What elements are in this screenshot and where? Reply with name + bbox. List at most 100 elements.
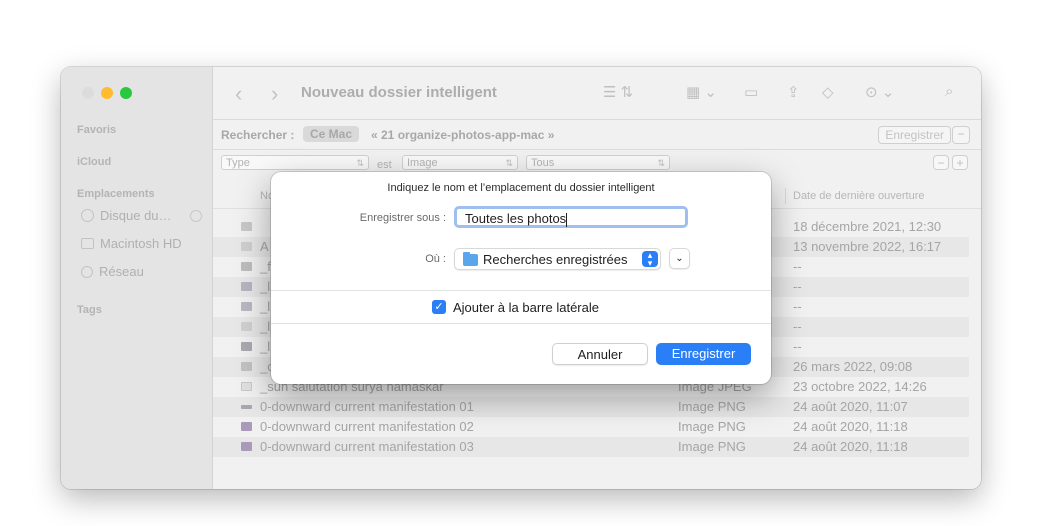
divider xyxy=(271,290,771,291)
stepper-icon: ⇅ xyxy=(657,158,665,168)
save-as-value: Toutes les photos xyxy=(465,211,567,226)
stepper-icon: ⇅ xyxy=(356,158,364,168)
sidebar-item-macintosh-hd[interactable]: Macintosh HD xyxy=(81,236,182,251)
hard-drive-icon xyxy=(81,238,94,249)
file-date: 18 décembre 2021, 12:30 xyxy=(793,219,942,234)
sidebar-header-favorites: Favoris xyxy=(77,124,117,136)
criteria-value-select[interactable]: Image ⇅ xyxy=(402,155,518,170)
image-file-icon xyxy=(241,322,252,331)
save-as-label: Enregistrer sous : xyxy=(359,212,446,224)
window-title: Nouveau dossier intelligent xyxy=(301,84,497,101)
new-folder-icon[interactable]: ▭ xyxy=(744,83,758,101)
criteria-value: Image xyxy=(407,157,438,169)
file-date: -- xyxy=(793,259,802,274)
file-name: _l xyxy=(260,279,271,294)
stepper-icon: ▴ ▾ xyxy=(642,251,658,268)
minimize-button[interactable] xyxy=(101,87,113,99)
criteria-subvalue: Tous xyxy=(531,157,555,169)
chevron-right-icon[interactable]: › xyxy=(271,81,278,107)
share-icon[interactable]: ⇪ xyxy=(787,83,800,101)
file-date: 13 novembre 2022, 16:17 xyxy=(793,239,942,254)
where-label: Où : xyxy=(425,253,446,265)
file-name: 0-downward current manifestation 03 xyxy=(260,439,474,454)
list-view-icon[interactable]: ☰ ⇅ xyxy=(603,83,633,101)
eject-icon[interactable] xyxy=(189,209,202,222)
file-name: _f xyxy=(260,259,271,274)
add-to-sidebar-checkbox[interactable]: ✓ xyxy=(432,300,446,314)
chevron-down-icon: ⌄ xyxy=(675,253,684,264)
cancel-button[interactable]: Annuler xyxy=(552,343,648,365)
sidebar: Favoris iCloud Emplacements Disque du… M… xyxy=(61,67,213,489)
image-file-icon xyxy=(241,342,252,351)
save-button[interactable]: Enregistrer xyxy=(656,343,751,365)
file-name: _l xyxy=(260,299,271,314)
file-name: _l xyxy=(260,339,271,354)
image-file-icon xyxy=(241,282,252,291)
sidebar-item-disk[interactable]: Disque du… xyxy=(81,208,202,223)
criteria-operator: est xyxy=(377,159,392,171)
table-row[interactable]: 0-downward current manifestation 02 Imag… xyxy=(213,417,969,437)
image-file-icon xyxy=(241,382,252,391)
table-row[interactable]: 0-downward current manifestation 01 Imag… xyxy=(213,397,969,417)
save-search-button[interactable]: Enregistrer xyxy=(878,126,951,144)
toolbar: ‹ › Nouveau dossier intelligent ☰ ⇅ ▦ ⌄ … xyxy=(213,67,981,120)
file-date: -- xyxy=(793,339,802,354)
text-cursor xyxy=(566,212,568,227)
file-kind: Image PNG xyxy=(678,439,746,454)
save-smart-folder-dialog: Indiquez le nom et l’emplacement du doss… xyxy=(271,172,771,384)
image-file-icon xyxy=(241,222,252,231)
add-criteria-button[interactable]: + xyxy=(952,155,968,170)
image-file-icon xyxy=(241,422,252,431)
image-file-icon xyxy=(241,405,252,409)
sidebar-header-icloud: iCloud xyxy=(77,156,112,168)
chevron-left-icon[interactable]: ‹ xyxy=(235,81,242,107)
criteria-attribute-select[interactable]: Type ⇅ xyxy=(221,155,369,170)
image-file-icon xyxy=(241,302,252,311)
dialog-message: Indiquez le nom et l’emplacement du doss… xyxy=(387,182,655,194)
search-icon[interactable]: ⌕ xyxy=(945,83,953,100)
search-scope-bar: Rechercher : Ce Mac « 21 organize-photos… xyxy=(213,120,981,150)
file-date: -- xyxy=(793,319,802,334)
criteria-attribute-value: Type xyxy=(226,157,250,169)
file-date: 23 octobre 2022, 14:26 xyxy=(793,379,927,394)
save-as-input[interactable]: Toutes les photos xyxy=(454,206,688,228)
sidebar-item-label: Disque du… xyxy=(100,208,172,223)
file-name: _l xyxy=(260,319,271,334)
file-date: 26 mars 2022, 09:08 xyxy=(793,359,913,374)
column-date-opened[interactable]: Date de dernière ouverture xyxy=(793,190,924,202)
scope-this-mac-button[interactable]: Ce Mac xyxy=(303,126,360,142)
divider xyxy=(271,323,771,324)
close-button[interactable] xyxy=(82,87,94,99)
column-divider xyxy=(785,188,786,204)
more-icon[interactable]: ⊙ ⌄ xyxy=(865,83,894,101)
file-date: -- xyxy=(793,299,802,314)
search-label: Rechercher : xyxy=(221,128,295,142)
file-kind: Image PNG xyxy=(678,399,746,414)
file-kind: Image PNG xyxy=(678,419,746,434)
zoom-button[interactable] xyxy=(120,87,132,99)
network-icon xyxy=(81,265,93,278)
image-file-icon xyxy=(241,242,252,251)
criteria-subvalue-select[interactable]: Tous ⇅ xyxy=(526,155,670,170)
add-to-sidebar-label[interactable]: Ajouter à la barre latérale xyxy=(453,300,599,315)
file-name: 0-downward current manifestation 01 xyxy=(260,399,474,414)
folder-icon xyxy=(463,252,478,266)
file-date: -- xyxy=(793,279,802,294)
where-value: Recherches enregistrées xyxy=(483,252,628,267)
image-file-icon xyxy=(241,442,252,451)
remove-criteria-button[interactable]: − xyxy=(933,155,949,170)
sidebar-header-locations: Emplacements xyxy=(77,188,155,200)
tag-icon[interactable]: ◇ xyxy=(822,83,834,101)
remove-search-button[interactable]: − xyxy=(952,126,970,144)
file-name: 0-downward current manifestation 02 xyxy=(260,419,474,434)
expand-button[interactable]: ⌄ xyxy=(669,248,690,269)
image-file-icon xyxy=(241,262,252,271)
file-date: 24 août 2020, 11:07 xyxy=(793,399,908,414)
sidebar-item-label: Réseau xyxy=(99,264,144,279)
scope-folder-button[interactable]: « 21 organize-photos-app-mac » xyxy=(371,128,554,142)
where-select[interactable]: Recherches enregistrées ▴ ▾ xyxy=(454,248,661,270)
table-row[interactable]: 0-downward current manifestation 03 Imag… xyxy=(213,437,969,457)
sidebar-item-network[interactable]: Réseau xyxy=(81,264,144,279)
group-icon[interactable]: ▦ ⌄ xyxy=(686,83,717,101)
stepper-icon: ⇅ xyxy=(505,158,513,168)
